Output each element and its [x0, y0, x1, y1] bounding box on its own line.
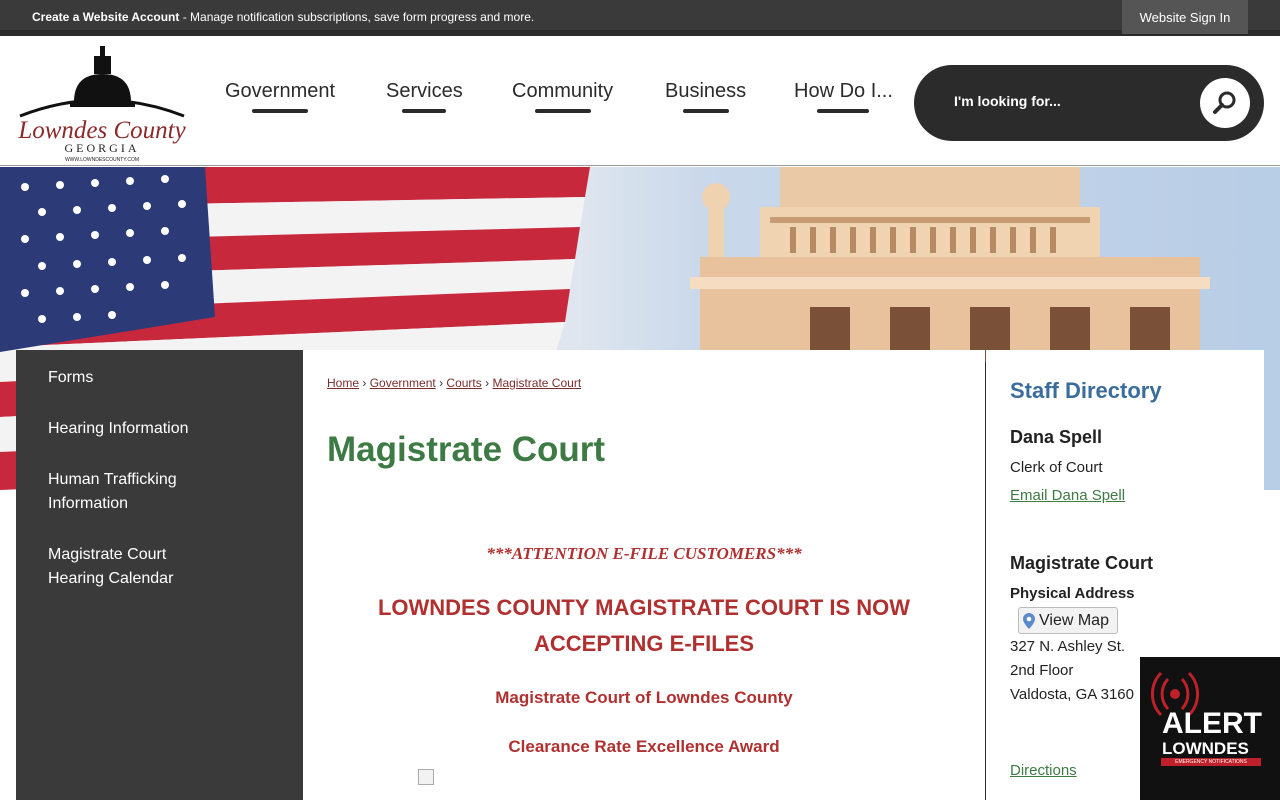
broken-image-icon	[418, 769, 434, 785]
location-name: Magistrate Court	[1010, 553, 1154, 573]
breadcrumb-government[interactable]: Government	[370, 376, 436, 390]
logo-state: GEORGIA	[65, 141, 140, 155]
staff-role: Clerk of Court	[1010, 459, 1103, 476]
sidebar-item-human-trafficking[interactable]: Human Trafficking Information	[16, 466, 216, 518]
nav-government-underline	[252, 109, 309, 113]
county-logo[interactable]: Lowndes County GEORGIA WWW.LOWNDESCOUNTY…	[14, 44, 190, 164]
view-map-button[interactable]: View Map	[1018, 607, 1118, 634]
nav-how-do-i-underline	[817, 109, 870, 113]
logo-cupola-top	[100, 46, 105, 56]
logo-cupola	[94, 56, 111, 74]
top-utility-bar: Create a Website Account - Manage notifi…	[0, 0, 1280, 36]
alert-title: ALERT	[1162, 707, 1262, 740]
sidebar-item-hearing-information[interactable]: Hearing Information	[16, 415, 303, 443]
breadcrumb-current[interactable]: Magistrate Court	[492, 376, 581, 390]
create-account-link[interactable]: Create a Website Account	[32, 10, 179, 24]
logo-url: WWW.LOWNDESCOUNTY.COM	[65, 157, 139, 163]
logo-county-name: Lowndes County	[17, 117, 186, 144]
efile-announcement: LOWNDES COUNTY MAGISTRATE COURT IS NOW A…	[377, 595, 911, 656]
alert-tagline: EMERGENCY NOTIFICATIONS	[1161, 758, 1261, 766]
sidebar-item-forms[interactable]: Forms	[16, 364, 303, 392]
nav-business[interactable]: Business	[665, 80, 746, 113]
attention-notice: ***ATTENTION E-FILE CUSTOMERS***	[486, 544, 802, 563]
directions-link[interactable]: Directions	[1010, 762, 1077, 779]
create-account-message: Create a Website Account - Manage notifi…	[32, 10, 534, 24]
nav-business-label: Business	[665, 80, 747, 102]
logo-dome	[74, 74, 131, 102]
create-account-description: - Manage notification subscriptions, sav…	[179, 10, 535, 24]
map-pin-icon	[1023, 612, 1035, 629]
breadcrumb-separator: ›	[439, 376, 444, 390]
search-icon	[1213, 91, 1236, 114]
breadcrumb-separator: ›	[362, 376, 367, 390]
page-title: Magistrate Court	[327, 430, 606, 469]
alert-subtitle: LOWNDES	[1162, 739, 1249, 758]
nav-community[interactable]: Community	[512, 80, 613, 113]
breadcrumb: Home › Government › Courts › Magistrate …	[327, 376, 581, 390]
nav-services-underline	[402, 109, 447, 113]
view-map-label: View Map	[1039, 611, 1109, 629]
breadcrumb-separator: ›	[485, 376, 490, 390]
nav-community-label: Community	[512, 80, 614, 102]
nav-services[interactable]: Services	[386, 80, 463, 113]
physical-address-label: Physical Address	[1010, 585, 1135, 602]
site-header: Lowndes County GEORGIA WWW.LOWNDESCOUNTY…	[0, 42, 1280, 166]
breadcrumb-courts[interactable]: Courts	[446, 376, 481, 390]
nav-community-underline	[534, 109, 591, 113]
nav-services-label: Services	[386, 80, 463, 102]
sidebar-item-hearing-calendar[interactable]: Magistrate Court Hearing Calendar	[16, 541, 246, 593]
website-sign-in-button[interactable]: Website Sign In	[1122, 0, 1248, 34]
search-button[interactable]	[1200, 78, 1250, 128]
staff-email-link[interactable]: Email Dana Spell	[1010, 487, 1125, 504]
award-subheading: Clearance Rate Excellence Award	[508, 737, 780, 756]
breadcrumb-home[interactable]: Home	[327, 376, 359, 390]
address-line-3: Valdosta, GA 3160	[1010, 686, 1134, 703]
search-input[interactable]	[954, 93, 1154, 109]
address-line-2: 2nd Floor	[1010, 662, 1074, 679]
nav-how-do-i-label: How Do I...	[794, 80, 893, 102]
court-subheading: Magistrate Court of Lowndes County	[495, 688, 793, 707]
alert-lowndes-badge[interactable]: ALERT LOWNDES EMERGENCY NOTIFICATIONS	[1140, 657, 1280, 800]
nav-business-underline	[682, 109, 729, 113]
search-bar	[914, 65, 1264, 141]
nav-government-label: Government	[225, 80, 336, 102]
sidebar-nav: Forms Hearing Information Human Traffick…	[16, 350, 303, 800]
nav-government[interactable]: Government	[225, 80, 335, 113]
main-content: Home › Government › Courts › Magistrate …	[303, 350, 985, 800]
nav-how-do-i[interactable]: How Do I...	[794, 80, 893, 113]
address-line-1: 327 N. Ashley St.	[1010, 638, 1126, 655]
staff-directory-title: Staff Directory	[1010, 378, 1162, 403]
staff-name: Dana Spell	[1010, 427, 1103, 447]
